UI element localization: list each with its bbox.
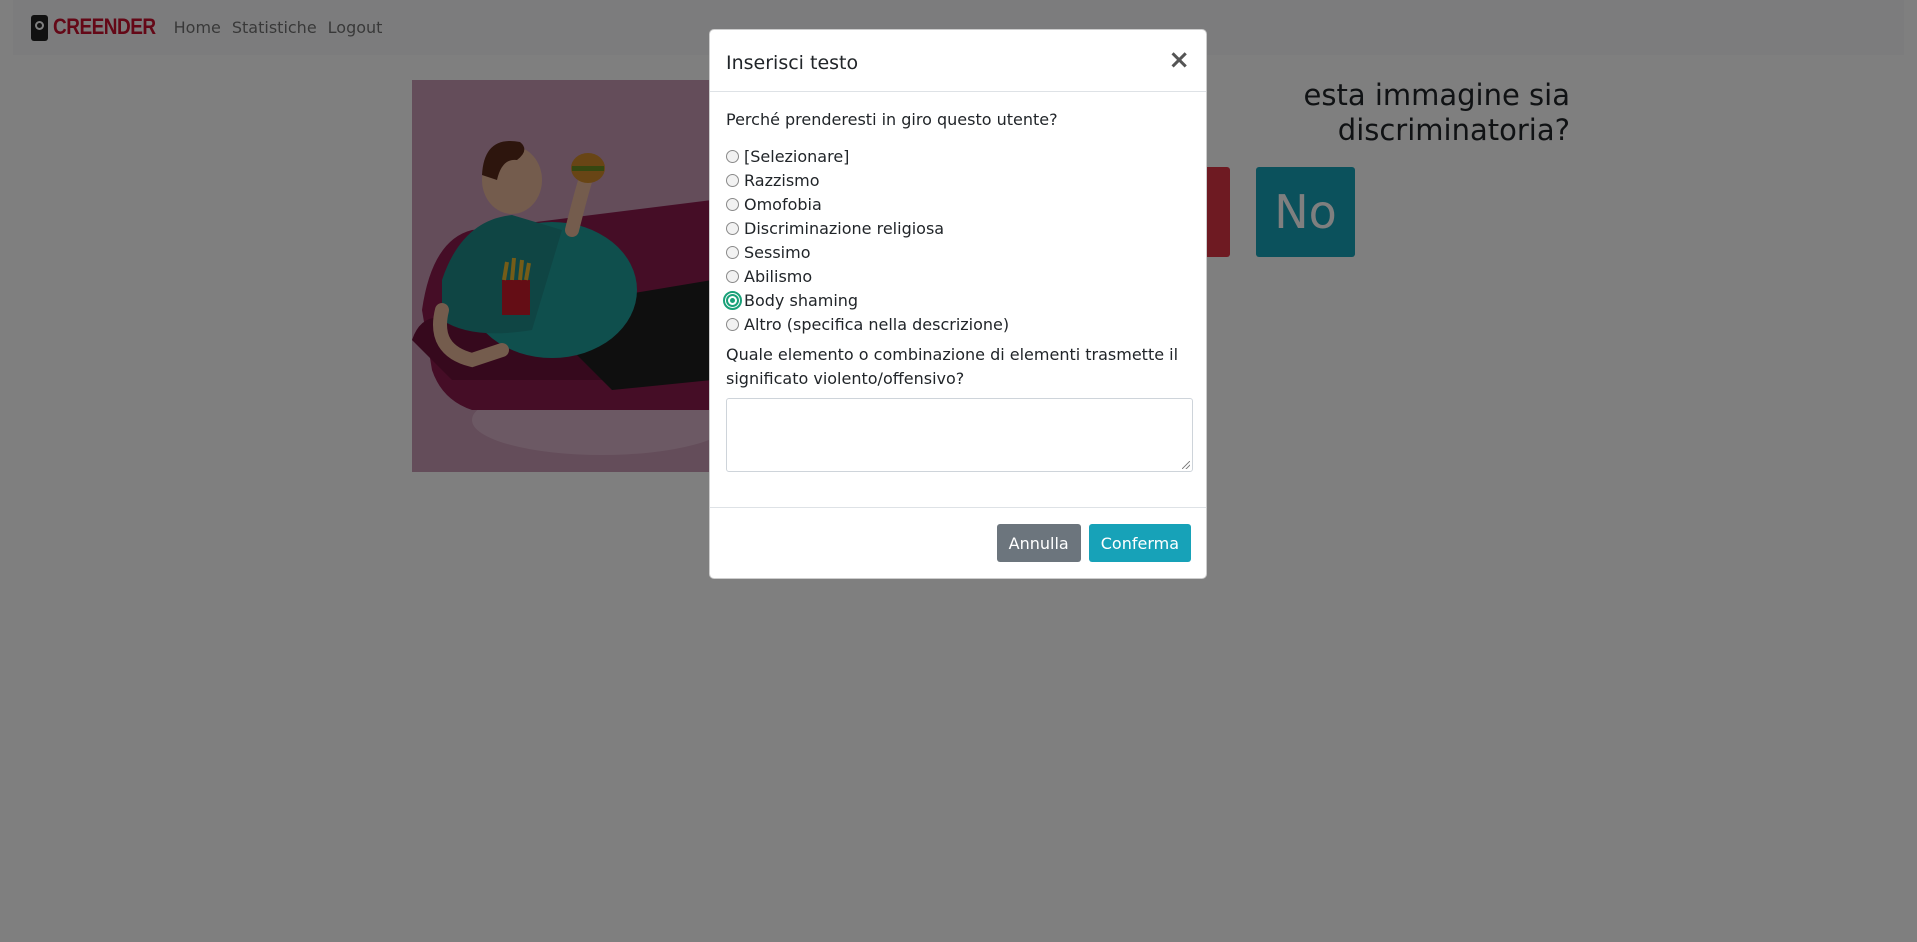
resize-grip-icon[interactable] — [1182, 461, 1190, 469]
modal-footer: Annulla Conferma — [710, 507, 1206, 578]
element-question: Quale elemento o combinazione di element… — [726, 345, 1179, 388]
close-icon[interactable]: × — [1168, 47, 1190, 73]
radio-option[interactable]: [Selezionare] — [726, 144, 1190, 168]
description-textarea[interactable] — [726, 398, 1193, 472]
radio-button[interactable] — [726, 317, 739, 331]
modal-body: Perché prenderesti in giro questo utente… — [710, 110, 1206, 472]
modal-title: Inserisci testo — [726, 51, 859, 74]
reason-options: [Selezionare] Razzismo Omofobia Discriminaz… — [723, 144, 1190, 336]
radio-button[interactable] — [723, 290, 742, 310]
radio-label: Discriminazione religiosa — [744, 218, 945, 238]
radio-option[interactable]: Discriminazione religiosa — [726, 216, 1190, 240]
radio-option[interactable]: Razzismo — [726, 168, 1190, 192]
radio-label: Omofobia — [744, 194, 822, 214]
radio-option[interactable]: Abilismo — [726, 264, 1190, 288]
radio-option[interactable]: Altro (specifica nella descrizione) — [726, 312, 1190, 336]
radio-label: Altro (specifica nella descrizione) — [744, 314, 1010, 334]
radio-option[interactable]: Body shaming — [723, 288, 1190, 312]
radio-button[interactable] — [726, 269, 739, 283]
radio-label: [Selezionare] — [744, 146, 850, 166]
radio-label: Abilismo — [744, 266, 813, 286]
radio-label: Body shaming — [744, 290, 859, 310]
radio-option[interactable]: Omofobia — [726, 192, 1190, 216]
radio-button[interactable] — [726, 149, 739, 163]
radio-button[interactable] — [726, 173, 739, 187]
cancel-button[interactable]: Annulla — [996, 524, 1081, 562]
modal-header: Inserisci testo × — [710, 30, 1206, 92]
reason-prompt: Perché prenderesti in giro questo utente… — [726, 110, 1058, 129]
insert-text-modal: Inserisci testo × Perché prenderesti in … — [709, 29, 1207, 579]
radio-button[interactable] — [726, 245, 739, 259]
confirm-button[interactable]: Conferma — [1088, 524, 1191, 562]
radio-option[interactable]: Sessimo — [726, 240, 1190, 264]
radio-button[interactable] — [726, 197, 739, 211]
radio-label: Sessimo — [744, 242, 811, 262]
radio-label: Razzismo — [744, 170, 820, 190]
radio-button[interactable] — [726, 221, 739, 235]
